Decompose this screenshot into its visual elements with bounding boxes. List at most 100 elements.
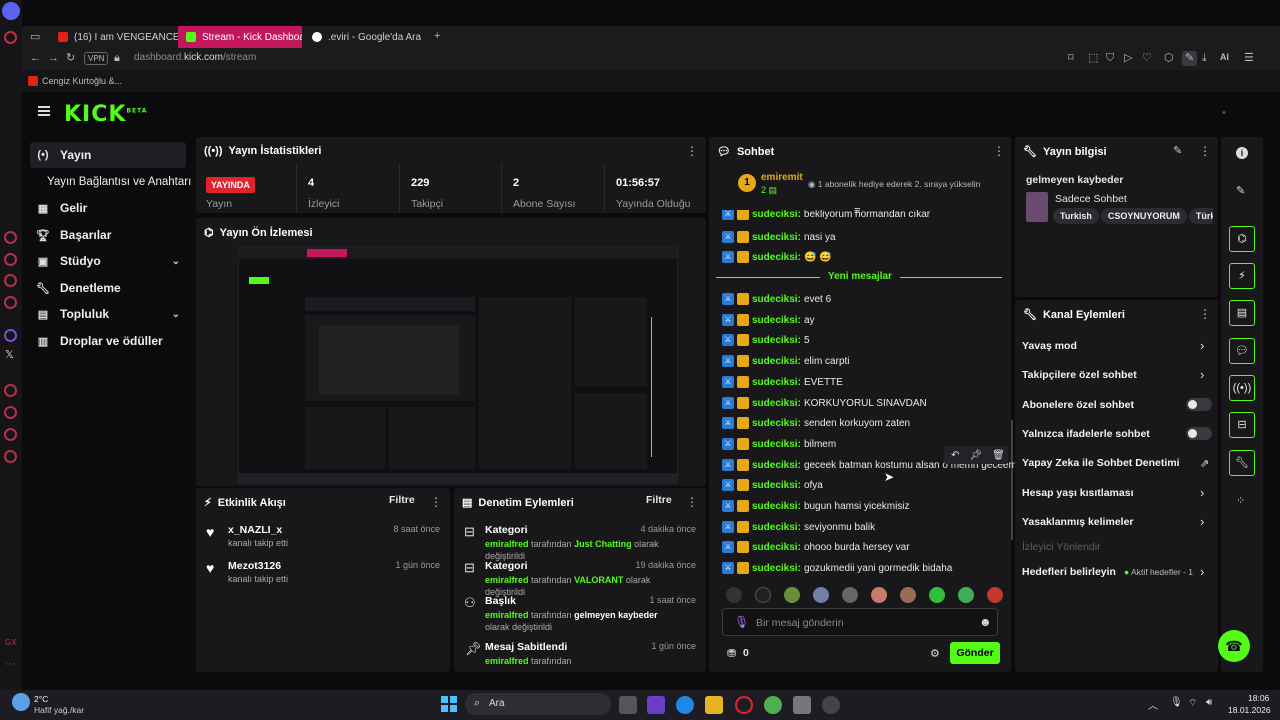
sidebar-item-stream-key[interactable]: Yayın Bağlantısı ve Anahtarı [42,169,202,195]
chat-username[interactable]: sudeciksi: [752,232,801,243]
extensions-icon[interactable]: ⬡ [1164,53,1174,64]
chat-username[interactable]: sudeciksi: [752,501,801,512]
chat-username[interactable]: sudeciksi: [752,294,801,305]
back-icon[interactable]: ← [30,53,41,64]
task-view-icon[interactable] [619,696,637,714]
category-thumbnail[interactable] [1026,192,1048,222]
chat-input[interactable]: 🎙︎ Bir mesaj gönderin ☻ [722,608,998,636]
chat-scrollbar[interactable] [1011,420,1013,540]
opera-gx-icon[interactable] [735,696,753,714]
bookmark-item[interactable]: Cengiz Kurtoğlu &... [28,76,122,86]
stream-preview-video[interactable] [238,246,678,484]
points-icon[interactable]: ⛃ [727,647,736,660]
tray-chevron-icon[interactable]: ︿ [1148,697,1158,712]
lightning-action-button[interactable]: ⚡︎ [1229,263,1255,289]
emote-icon[interactable] [813,587,829,603]
chat-action-button[interactable]: 💬︎ [1229,338,1255,364]
stream-category[interactable]: Sadece Sohbet [1055,193,1127,205]
sidebar-app-icon[interactable] [4,428,17,441]
chat-username[interactable]: sudeciksi: [752,460,801,471]
menu-icon[interactable]: ☰ [1244,53,1254,64]
activity-filter-button[interactable]: Filtre [389,494,415,506]
shield-icon[interactable]: ⛉ [1106,53,1114,64]
sidebar-app-icon[interactable] [4,296,17,309]
download-icon[interactable]: ⤓ [1202,53,1207,64]
file-explorer-icon[interactable] [705,696,723,714]
chat-username[interactable]: sudeciksi: [752,315,801,326]
clock-date[interactable]: 18.01.2026 [1228,705,1271,715]
gx-icon[interactable]: GX [5,639,17,647]
sidebar-item-basarilar[interactable]: 🏆︎ Başarılar [30,222,186,248]
subscribers-only-toggle[interactable] [1186,398,1212,411]
info-icon[interactable]: i [1236,147,1248,159]
chevron-right-icon[interactable]: › [1200,485,1204,500]
moderation-filter-button[interactable]: Filtre [646,494,672,506]
clock-time[interactable]: 18:06 [1248,693,1269,703]
wrench-action-button[interactable]: 🔧︎ [1229,450,1255,476]
activity-user[interactable]: x_NAZLI_x [228,524,288,536]
chat-username[interactable]: sudeciksi: [752,252,801,263]
more-options-icon[interactable]: ⋮ [686,144,698,158]
bookmark-icon[interactable]: ⌑ [1068,53,1074,64]
tab-kick-dashboard[interactable]: Stream - Kick Dashboard [178,26,302,48]
chat-username[interactable]: sudeciksi: [752,356,801,367]
broadcast-action-button[interactable]: ((•)) [1229,375,1255,401]
tag[interactable]: Türkç [1188,208,1213,224]
emote-only-toggle[interactable] [1186,427,1212,440]
chat-username[interactable]: sudeciksi: [752,398,801,409]
activity-user[interactable]: Mezot3126 [228,560,288,572]
microphone-icon[interactable]: 🎙︎ [1170,697,1183,708]
sidebar-item-studyo[interactable]: ▣ Stüdyo ⌄ [30,248,186,274]
camera-action-button[interactable]: ⌬ [1229,226,1255,252]
emote-icon[interactable] [900,587,916,603]
more-options-icon[interactable]: ⋮ [430,495,442,509]
external-link-icon[interactable]: ⇗ [1200,457,1209,470]
slow-mode-item[interactable]: Yavaş mod [1022,340,1077,352]
pen-icon[interactable]: ✎ [1182,51,1198,66]
list-action-button[interactable]: ⊟ [1229,412,1255,438]
tag[interactable]: CSOYNUYORUM [1100,208,1187,224]
tab-google[interactable]: .eviri - Google'da Ara [304,26,424,48]
emote-icon[interactable] [871,587,887,603]
tag[interactable]: Turkish [1053,208,1099,224]
emote-icon[interactable] [987,587,1003,603]
pin-icon[interactable]: 📌︎ [969,450,982,461]
edge-icon[interactable] [676,696,694,714]
snapshot-icon[interactable]: ⬚ [1088,53,1098,64]
emote-icon[interactable] [958,587,974,603]
more-options-icon[interactable]: ⋮ [1199,307,1211,321]
ai-button[interactable]: AI [1220,53,1229,62]
emote-icon[interactable] [784,587,800,603]
widgets-icon[interactable] [647,696,665,714]
reply-icon[interactable]: ↶ [951,450,959,461]
chevron-right-icon[interactable]: › [1200,367,1204,382]
chat-username[interactable]: sudeciksi: [752,377,801,388]
sidebar-item-topluluk[interactable]: ▤ Topluluk ⌄ [30,301,186,327]
windows-start-icon[interactable] [441,696,457,712]
tab-youtube[interactable]: (16) I am VENGEANCE. I am... [50,26,198,48]
twitch-icon[interactable] [4,329,17,342]
edit-icon[interactable]: ✎ [1236,184,1245,197]
chat-username[interactable]: sudeciksi: [752,418,801,429]
chat-username[interactable]: sudeciksi: [752,563,801,574]
history-icon[interactable] [4,406,17,419]
sidebar-app-icon[interactable] [4,274,17,287]
vpn-badge[interactable]: VPN [84,52,109,65]
ai-moderation-item[interactable]: Yapay Zeka ile Sohbet Denetimi [1022,457,1180,469]
sidebar-item-yayin[interactable]: (•) Yayın [30,142,186,168]
x-icon[interactable]: 𝕏 [5,350,14,361]
url-field[interactable]: dashboard.kick.com/stream [134,52,256,63]
moderator-name[interactable]: emiralfred [485,539,529,549]
network-icon[interactable]: ⌔ [1188,697,1197,710]
chevron-right-icon[interactable]: › [1200,338,1204,353]
account-age-item[interactable]: Hesap yaşı kısıtlaması [1022,487,1134,499]
kick-logo[interactable]: KICKBETA [64,102,147,127]
sidebar-item-denetleme[interactable]: 🔧︎ Denetleme [30,275,186,301]
reload-icon[interactable]: ↻ [66,53,75,64]
heart-icon[interactable]: ♡ [1142,53,1152,64]
lock-icon[interactable]: 🔒︎ [114,53,120,64]
opera-logo-icon[interactable] [4,31,17,44]
followers-only-item[interactable]: Takipçilere özel sohbet [1022,369,1137,381]
send-button[interactable]: Gönder [950,642,1000,664]
chat-username[interactable]: sudeciksi: [752,210,801,220]
